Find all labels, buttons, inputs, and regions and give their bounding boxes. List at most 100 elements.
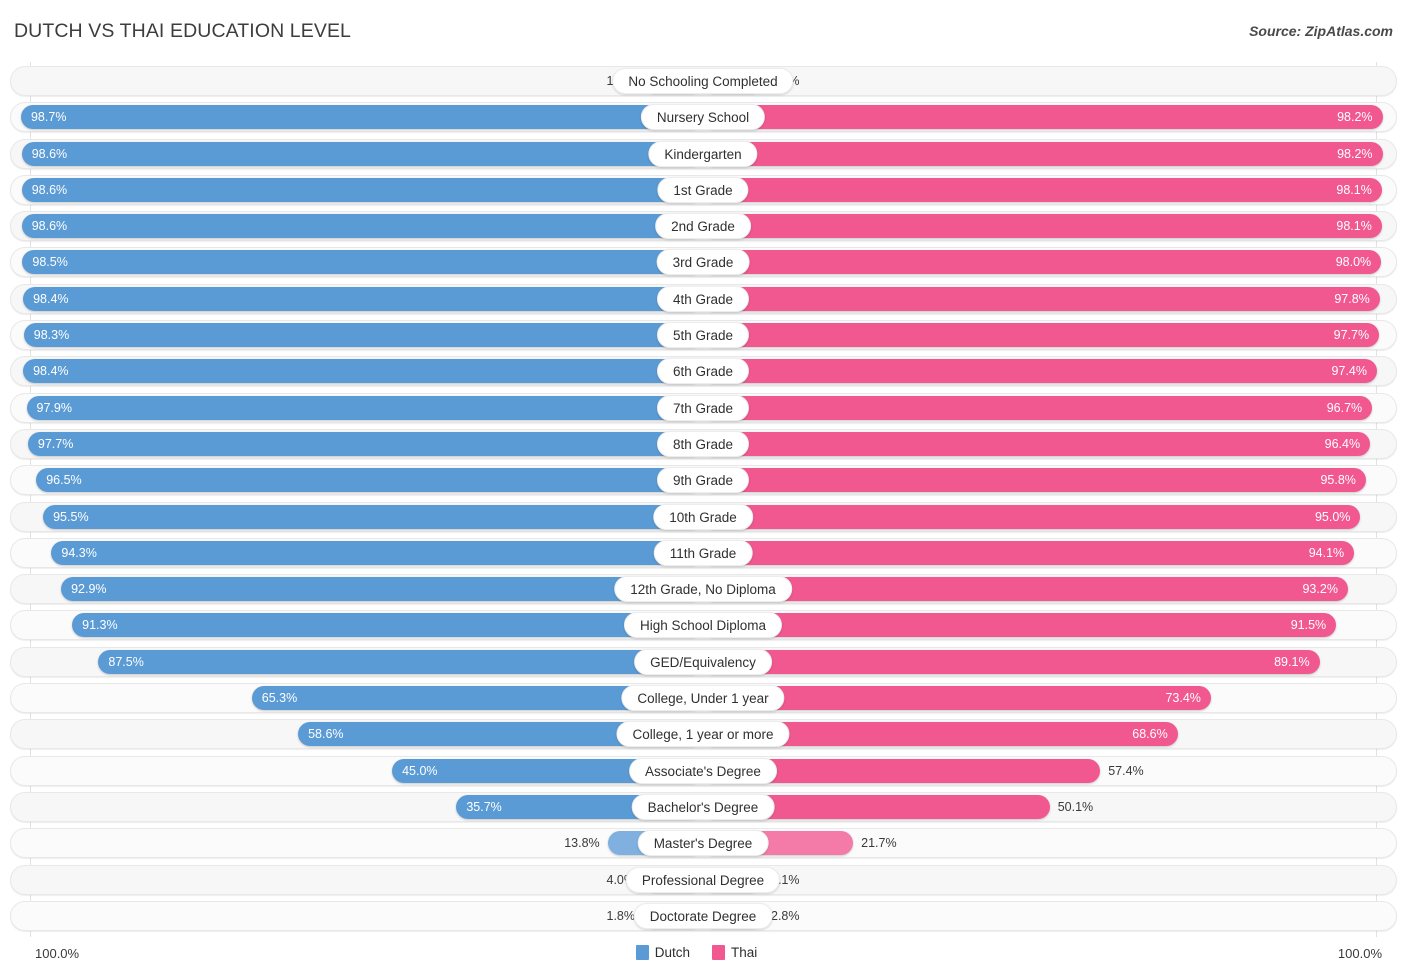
dutch-value-label: 96.5%: [46, 473, 82, 488]
dutch-bar[interactable]: 98.6%: [21, 141, 703, 166]
dutch-bar[interactable]: 98.4%: [23, 286, 703, 311]
category-label-pill[interactable]: 11th Grade: [653, 539, 753, 566]
category-label-pill[interactable]: No Schooling Completed: [612, 68, 794, 94]
dutch-bar[interactable]: 97.9%: [26, 395, 703, 420]
chart-header: DUTCH VS THAI EDUCATION LEVEL Source: Zi…: [0, 0, 1406, 62]
thai-value-label: 93.2%: [1302, 582, 1338, 597]
category-label-pill[interactable]: Doctorate Degree: [633, 902, 773, 929]
dutch-bar[interactable]: 98.7%: [20, 105, 703, 130]
dutch-value-label: 94.3%: [61, 545, 97, 560]
category-label-pill[interactable]: Nursery School: [640, 104, 766, 131]
thai-bar[interactable]: 98.1%: [703, 177, 1382, 202]
page-title: DUTCH VS THAI EDUCATION LEVEL: [14, 20, 351, 42]
thai-bar[interactable]: 95.8%: [703, 468, 1366, 493]
bar-row: 98.6% 98.2% Kindergarten: [0, 138, 1406, 169]
thai-bar[interactable]: 91.5%: [703, 613, 1337, 638]
category-label-pill[interactable]: High School Diploma: [623, 612, 783, 639]
thai-bar[interactable]: 93.2%: [703, 577, 1348, 602]
chart-page: DUTCH VS THAI EDUCATION LEVEL Source: Zi…: [0, 0, 1406, 975]
legend-swatch-icon: [712, 945, 725, 960]
category-label-pill[interactable]: Associate's Degree: [629, 757, 777, 784]
category-label-pill[interactable]: 3rd Grade: [656, 249, 750, 276]
thai-value-label: 96.7%: [1326, 400, 1363, 415]
bar-row: 96.5% 95.8% 9th Grade: [0, 465, 1406, 496]
bar-row: 98.4% 97.8% 4th Grade: [0, 283, 1406, 314]
thai-value-label: 73.4%: [1165, 691, 1201, 706]
legend-label: Thai: [731, 945, 758, 960]
thai-value-label: 98.2%: [1337, 146, 1373, 161]
dutch-bar[interactable]: 87.5%: [98, 649, 703, 674]
dutch-bar[interactable]: 98.6%: [21, 214, 703, 239]
dutch-value-label: 58.6%: [308, 727, 344, 742]
category-label-pill[interactable]: 1st Grade: [657, 176, 749, 203]
dutch-value-label: 95.5%: [53, 509, 89, 524]
thai-value-label: 95.8%: [1320, 473, 1356, 488]
dutch-bar[interactable]: 98.5%: [22, 250, 703, 275]
dutch-bar[interactable]: 97.7%: [27, 431, 703, 456]
thai-value-label: 57.4%: [1108, 763, 1144, 778]
dutch-value-label: 65.3%: [261, 691, 298, 706]
category-label-pill[interactable]: 12th Grade, No Diploma: [614, 576, 792, 603]
category-label-pill[interactable]: Bachelor's Degree: [631, 793, 775, 820]
thai-value-label: 95.0%: [1314, 509, 1351, 524]
thai-bar[interactable]: 97.4%: [703, 359, 1377, 384]
category-label-pill[interactable]: Kindergarten: [648, 140, 758, 167]
dutch-value-label: 98.6%: [31, 219, 68, 234]
dutch-value-label: 98.6%: [31, 182, 68, 197]
thai-value-label: 98.2%: [1337, 110, 1373, 125]
thai-bar[interactable]: 98.2%: [703, 105, 1383, 130]
category-label-pill[interactable]: College, 1 year or more: [616, 721, 790, 748]
thai-value-label: 68.6%: [1132, 727, 1168, 742]
category-label-pill[interactable]: 10th Grade: [653, 503, 753, 530]
dutch-bar[interactable]: 92.9%: [61, 577, 703, 602]
thai-value-label: 98.1%: [1336, 182, 1372, 197]
dutch-value-label: 35.7%: [466, 799, 502, 814]
category-label-pill[interactable]: 5th Grade: [656, 322, 750, 349]
dutch-value-label: 45.0%: [402, 763, 438, 778]
legend-item[interactable]: Thai: [712, 945, 757, 960]
thai-bar[interactable]: 96.4%: [703, 431, 1371, 456]
dutch-value-label: 98.6%: [31, 146, 68, 161]
bar-row: 91.3% 91.5% High School Diploma: [0, 610, 1406, 641]
chart-footer: 100.0% 100.0% Dutch Thai: [0, 937, 1406, 975]
thai-bar[interactable]: 89.1%: [703, 649, 1320, 674]
legend-item[interactable]: Dutch: [635, 945, 690, 960]
thai-bar[interactable]: 98.2%: [703, 141, 1383, 166]
category-label-pill[interactable]: 9th Grade: [656, 467, 750, 494]
dutch-bar[interactable]: 95.5%: [43, 504, 703, 529]
dutch-bar[interactable]: 98.4%: [23, 359, 703, 384]
thai-bar[interactable]: 94.1%: [703, 540, 1355, 565]
category-label-pill[interactable]: Master's Degree: [637, 830, 769, 857]
dutch-bar[interactable]: 98.6%: [21, 177, 703, 202]
thai-bar[interactable]: 97.8%: [703, 286, 1380, 311]
dutch-bar[interactable]: 98.3%: [23, 323, 703, 348]
dutch-value-label: 98.7%: [30, 110, 67, 125]
thai-value-label: 98.1%: [1336, 219, 1372, 234]
dutch-value-label: 87.5%: [108, 654, 144, 669]
source-attribution: Source: ZipAtlas.com: [1249, 23, 1393, 39]
category-label-pill[interactable]: College, Under 1 year: [621, 685, 785, 712]
thai-bar[interactable]: 98.0%: [703, 250, 1382, 275]
category-label-pill[interactable]: GED/Equivalency: [634, 648, 772, 675]
category-label-pill[interactable]: 7th Grade: [656, 394, 750, 421]
thai-bar[interactable]: 95.0%: [703, 504, 1361, 529]
thai-bar[interactable]: 96.7%: [703, 395, 1373, 420]
bar-row: 13.8% 21.7% Master's Degree: [0, 828, 1406, 859]
bar-row: 98.7% 98.2% Nursery School: [0, 102, 1406, 133]
category-label-pill[interactable]: 6th Grade: [656, 358, 750, 385]
dutch-value-label: 98.5%: [32, 255, 68, 270]
thai-bar[interactable]: 97.7%: [703, 323, 1380, 348]
dutch-bar[interactable]: 94.3%: [51, 540, 703, 565]
dutch-value-label: 98.3%: [33, 328, 70, 343]
category-label-pill[interactable]: 8th Grade: [656, 430, 750, 457]
category-label-pill[interactable]: 4th Grade: [656, 285, 750, 312]
category-label-pill[interactable]: 2nd Grade: [655, 213, 751, 240]
thai-bar[interactable]: 98.1%: [703, 214, 1382, 239]
dutch-bar[interactable]: 96.5%: [36, 468, 703, 493]
bar-row: 58.6% 68.6% College, 1 year or more: [0, 719, 1406, 750]
thai-value-label: 89.1%: [1274, 654, 1310, 669]
chart-legend: Dutch Thai: [0, 945, 1406, 960]
category-label-pill[interactable]: Professional Degree: [625, 866, 781, 893]
dutch-bar[interactable]: 91.3%: [72, 613, 703, 638]
dutch-value-label: 97.9%: [36, 400, 72, 415]
